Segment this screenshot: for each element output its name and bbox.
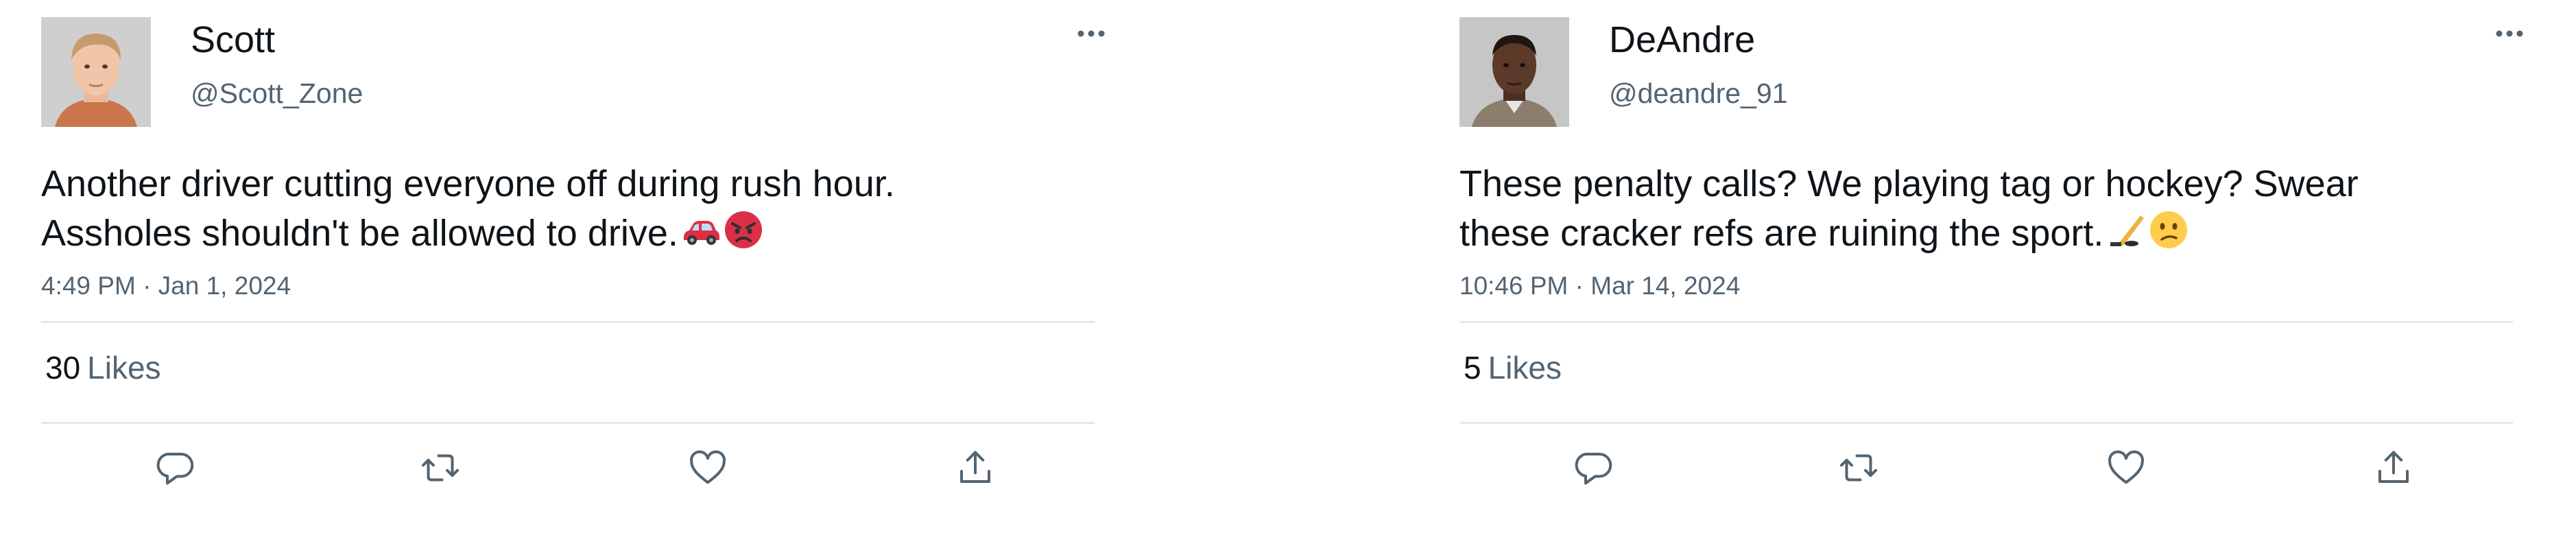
tweet-text-line: Assholes shouldn't be allowed to drive. <box>41 209 1111 258</box>
confused-face-emoji-icon <box>2149 210 2189 250</box>
tweet-text-line: these cracker refs are ruining the sport… <box>1459 209 2529 258</box>
tweet-text: These penalty calls? We playing tag or h… <box>1459 159 2529 258</box>
user-handle[interactable]: @deandre_91 <box>1609 75 1788 111</box>
retweet-icon[interactable] <box>1838 447 1879 488</box>
retweet-icon[interactable] <box>420 447 461 488</box>
share-icon[interactable] <box>2373 447 2414 488</box>
like-icon[interactable] <box>687 447 728 488</box>
tweet-text-line: These penalty calls? We playing tag or h… <box>1459 163 2359 204</box>
divider <box>41 321 1095 323</box>
avatar[interactable] <box>41 17 151 127</box>
angry-face-emoji-icon <box>724 210 763 250</box>
tweet-text-line: Another driver cutting everyone off duri… <box>41 163 895 204</box>
hockey-stick-emoji-icon <box>2106 213 2146 250</box>
tweet-timestamp[interactable]: 4:49 PM · Jan 1, 2024 <box>41 270 291 303</box>
likes-count: 30 <box>45 350 81 386</box>
likes-label: Likes <box>1488 350 1562 386</box>
like-icon[interactable] <box>2106 447 2147 488</box>
more-options-icon[interactable] <box>1074 23 1108 44</box>
tweet-timestamp[interactable]: 10:46 PM · Mar 14, 2024 <box>1459 270 1740 303</box>
divider <box>41 422 1095 424</box>
divider <box>1459 321 2513 323</box>
display-name[interactable]: Scott <box>191 18 275 62</box>
man-portrait-icon <box>1459 17 1569 127</box>
likes-stat[interactable]: 5 Likes <box>1464 348 1562 387</box>
car-emoji-icon <box>681 213 721 250</box>
tweet-card: Scott @Scott_Zone Another driver cutting… <box>0 0 1138 557</box>
tweet-card: DeAndre @deandre_91 These penalty calls?… <box>1418 0 2557 557</box>
reply-icon[interactable] <box>154 447 195 488</box>
tweet-text: Another driver cutting everyone off duri… <box>41 159 1111 258</box>
user-handle[interactable]: @Scott_Zone <box>191 75 363 111</box>
young-man-portrait-icon <box>41 17 151 127</box>
more-options-icon[interactable] <box>2492 23 2527 44</box>
avatar[interactable] <box>1459 17 1569 127</box>
likes-label: Likes <box>87 350 161 386</box>
display-name[interactable]: DeAndre <box>1609 18 1755 62</box>
tweet-text-content: these cracker refs are ruining the sport… <box>1459 213 2104 254</box>
reply-icon[interactable] <box>1572 447 1613 488</box>
likes-stat[interactable]: 30 Likes <box>45 348 161 387</box>
share-icon[interactable] <box>955 447 996 488</box>
likes-count: 5 <box>1464 350 1481 386</box>
tweet-text-content: Assholes shouldn't be allowed to drive. <box>41 213 678 254</box>
divider <box>1459 422 2513 424</box>
